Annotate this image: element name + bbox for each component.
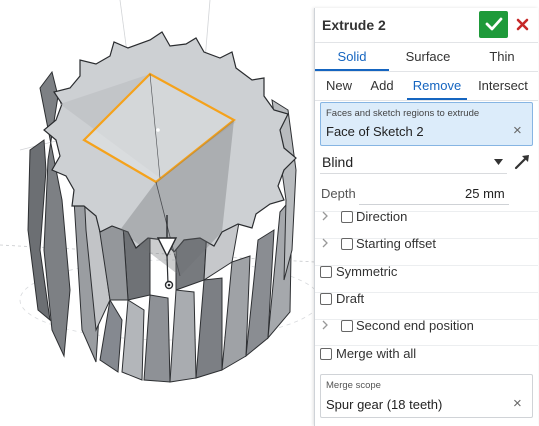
clear-faces-icon[interactable]: × [513, 122, 522, 139]
tab-add[interactable]: Add [363, 72, 401, 100]
symmetric-row[interactable]: Symmetric [315, 262, 538, 284]
tab-surface[interactable]: Surface [391, 43, 465, 71]
end-type-select[interactable]: Blind [322, 154, 353, 170]
chevron-right-icon[interactable] [322, 238, 328, 248]
starting-offset-row[interactable]: Starting offset [315, 234, 538, 256]
operation-tabs: New Add Remove Intersect [315, 72, 538, 101]
draft-row[interactable]: Draft [315, 289, 538, 311]
accept-button[interactable] [479, 11, 508, 38]
dialog-header: Extrude 2 [315, 8, 538, 43]
dialog-title: Extrude 2 [322, 17, 386, 33]
faces-field-label: Faces and sketch regions to extrude [326, 108, 480, 119]
end-type-underline [320, 173, 507, 174]
chevron-right-icon[interactable] [322, 320, 328, 330]
second-end-position-checkbox[interactable] [341, 320, 353, 332]
merge-with-all-row[interactable]: Merge with all [315, 344, 538, 366]
symmetric-checkbox[interactable] [320, 266, 332, 278]
close-icon [516, 18, 529, 31]
tab-intersect[interactable]: Intersect [471, 72, 535, 100]
draft-label: Draft [336, 291, 365, 306]
starting-offset-checkbox[interactable] [341, 238, 353, 250]
draft-checkbox[interactable] [320, 293, 332, 305]
caret-down-icon[interactable] [494, 159, 503, 165]
symmetric-label: Symmetric [336, 264, 398, 279]
tab-thin[interactable]: Thin [467, 43, 537, 71]
clear-merge-scope-icon[interactable]: × [513, 395, 522, 412]
faces-selection-field[interactable]: Faces and sketch regions to extrude Face… [320, 102, 533, 146]
depth-underline [359, 204, 509, 205]
merge-scope-value: Spur gear (18 teeth) [326, 397, 443, 412]
merge-scope-label: Merge scope [326, 380, 381, 391]
tab-new[interactable]: New [319, 72, 359, 100]
direction-label: Direction [356, 209, 408, 224]
extrude-dialog: Extrude 2 Solid Surface Thin New Add Rem… [314, 8, 538, 426]
depth-label: Depth [321, 186, 356, 201]
second-end-position-row[interactable]: Second end position [315, 316, 538, 338]
faces-field-value: Face of Sketch 2 [326, 124, 424, 139]
body-type-tabs: Solid Surface Thin [315, 43, 538, 72]
merge-with-all-checkbox[interactable] [320, 348, 332, 360]
flip-direction-arrow-icon[interactable] [513, 153, 531, 171]
merge-scope-field[interactable]: Merge scope Spur gear (18 teeth) × [320, 374, 533, 418]
second-end-position-label: Second end position [356, 318, 474, 333]
checkmark-icon [485, 17, 503, 31]
tab-solid[interactable]: Solid [315, 43, 389, 71]
cancel-button[interactable] [512, 13, 534, 36]
starting-offset-label: Starting offset [356, 236, 436, 251]
chevron-right-icon[interactable] [322, 211, 328, 221]
tab-remove[interactable]: Remove [407, 72, 467, 100]
direction-checkbox[interactable] [341, 211, 353, 223]
merge-with-all-label: Merge with all [336, 346, 417, 361]
depth-input[interactable]: 25 mm [465, 186, 505, 201]
direction-row[interactable]: Direction [315, 207, 538, 229]
